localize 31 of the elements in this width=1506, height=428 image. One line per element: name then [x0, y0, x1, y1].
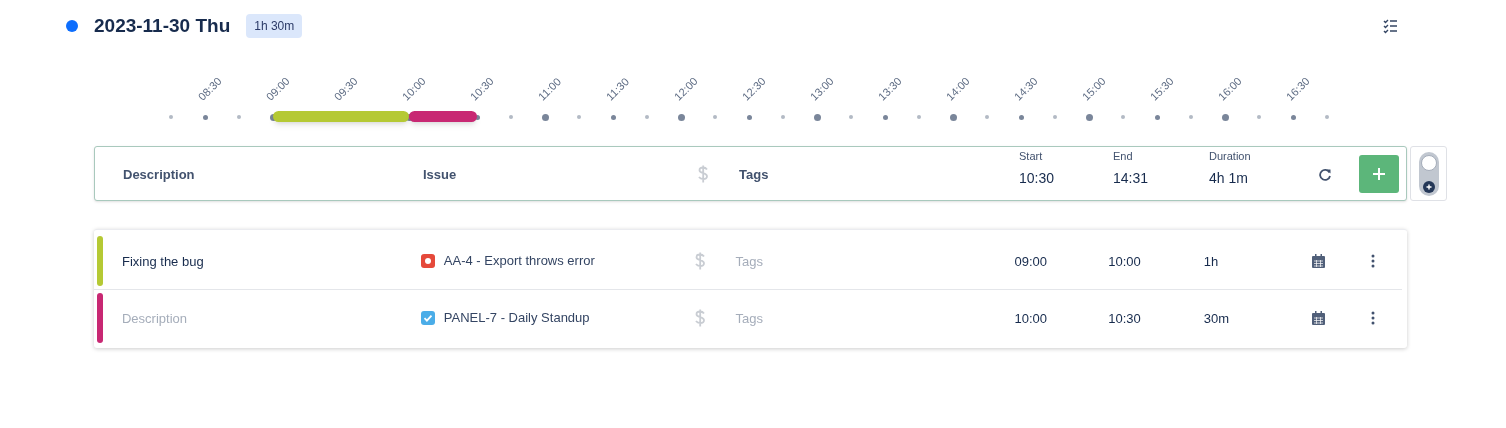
description-field[interactable]: Fixing the bug	[122, 253, 204, 269]
tags-field[interactable]: Tags	[739, 166, 769, 182]
description-field[interactable]: Description	[123, 166, 195, 182]
issue-link[interactable]: PANEL-7 - Daily Standup	[443, 308, 590, 328]
start-field[interactable]: 10:30	[1019, 168, 1113, 189]
issue-link[interactable]: AA-4 - Export throws error	[443, 250, 595, 271]
field-label: End	[1113, 149, 1134, 162]
calendar-icon[interactable]	[1312, 311, 1326, 325]
plus-icon	[1372, 166, 1386, 181]
refresh-icon[interactable]	[1317, 166, 1332, 181]
duration-field[interactable]: 1h	[1203, 253, 1219, 269]
end-field[interactable]: 14:31	[1113, 168, 1209, 189]
issue-field[interactable]: Issue	[423, 166, 457, 182]
duration-field[interactable]: 4h 1m	[1209, 168, 1299, 189]
stop-icon	[420, 253, 435, 268]
calendar-icon[interactable]	[1312, 253, 1326, 268]
field-label: Duration	[1209, 149, 1252, 162]
more-icon[interactable]	[1371, 253, 1376, 268]
start-time[interactable]: 10:00	[1014, 311, 1048, 326]
end-time[interactable]: 10:00	[1108, 253, 1141, 269]
duration-field[interactable]: 30m	[1203, 311, 1230, 326]
duration-badge: 1h 30m	[246, 14, 303, 38]
end-time[interactable]: 10:30	[1108, 311, 1141, 326]
start-time[interactable]: 09:00	[1014, 253, 1048, 269]
toggle-switch[interactable]	[1418, 151, 1439, 196]
checklist-icon[interactable]	[1383, 18, 1398, 34]
field-label: Start	[1019, 149, 1044, 162]
plus-icon	[1422, 180, 1435, 193]
day-title: 2023-11-30 Thu	[94, 13, 231, 38]
more-icon[interactable]	[1371, 311, 1376, 325]
checkbox-icon	[420, 311, 435, 325]
